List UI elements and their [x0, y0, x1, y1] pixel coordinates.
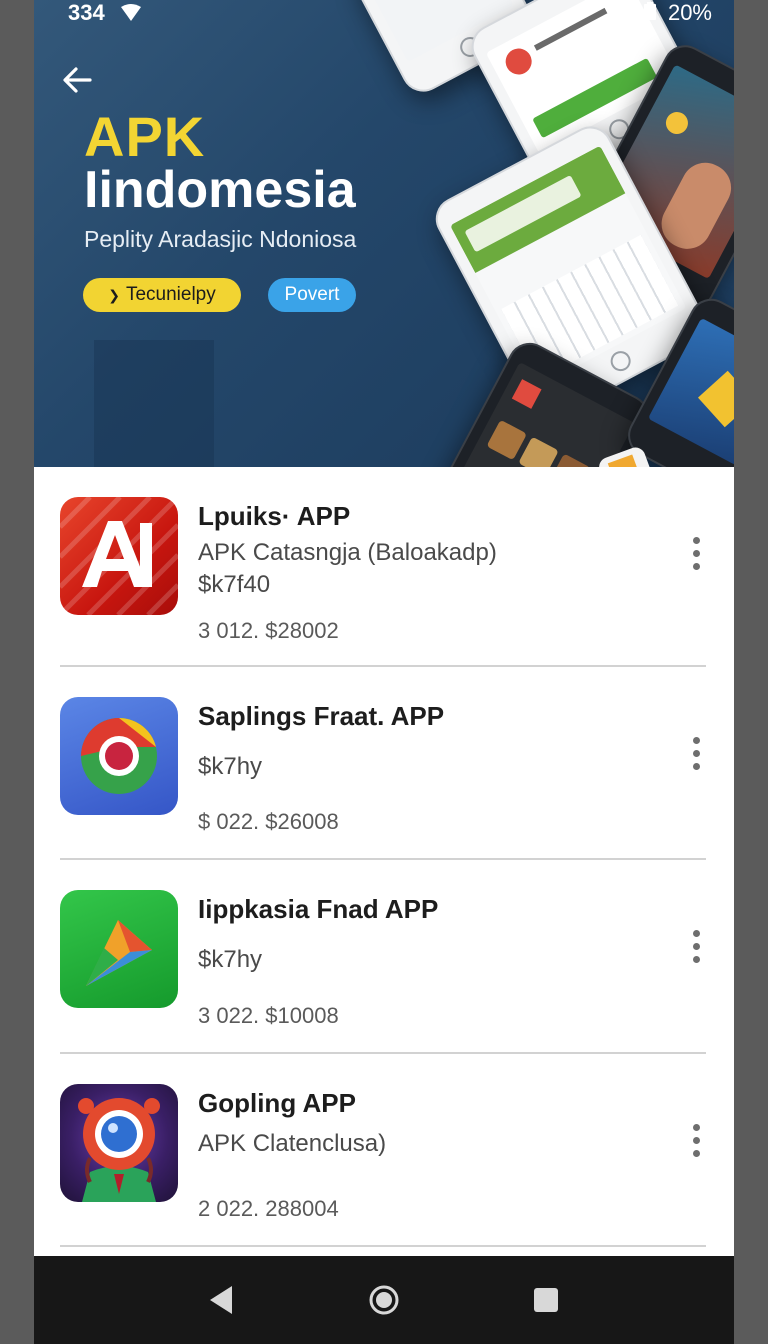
app-title: Gopling APP: [198, 1088, 356, 1118]
back-triangle-icon: [210, 1286, 232, 1314]
app-price: $k7hy: [198, 753, 263, 780]
hero-shade: [94, 340, 214, 467]
chip-secondary-label: Povert: [284, 284, 340, 305]
app-price: $k7hy: [198, 946, 263, 973]
back-arrow-button[interactable]: [58, 60, 98, 100]
green-play-icon: [60, 890, 178, 1008]
more-options-button[interactable]: [680, 1124, 712, 1164]
app-subtitle: APK Catasngja (Baloakadp): [198, 539, 497, 566]
app-subtitle: APK Clatenclusa): [198, 1130, 387, 1157]
home-button-icon: [607, 347, 635, 375]
chrome-style-icon: [60, 697, 178, 815]
nav-back-button[interactable]: [204, 1282, 240, 1318]
nav-home-button[interactable]: [366, 1282, 402, 1318]
more-options-button[interactable]: [680, 930, 712, 970]
recents-square-icon: [534, 1288, 558, 1312]
letter-a-logo-icon: [60, 497, 178, 615]
status-time: 334: [68, 0, 105, 25]
system-nav-bar: [34, 1256, 734, 1344]
status-right: 20%: [615, 0, 712, 26]
filter-chip-secondary[interactable]: Povert: [268, 278, 356, 312]
app-title: Saplings Fraat. APP: [198, 701, 445, 731]
app-title: Iippkasia Fnad APP: [198, 894, 439, 924]
app-meta: 2 022. 288004: [198, 1196, 339, 1221]
hero-banner: 334 20% APK Iindomesia Peplity Aradasjic: [34, 0, 734, 467]
phone-screen: 334 20% APK Iindomesia Peplity Aradasjic: [34, 0, 734, 1344]
more-options-button[interactable]: [680, 537, 712, 577]
arrow-left-icon: [63, 67, 92, 93]
list-item[interactable]: Gopling APP APK Clatenclusa) 2 022. 2880…: [34, 1054, 734, 1248]
filter-chip-primary[interactable]: ❯ Tecunielpy: [83, 278, 241, 312]
home-circle-icon: [369, 1285, 399, 1315]
wifi-icon: [120, 2, 142, 28]
app-meta: 3 012. $28002: [198, 618, 339, 643]
app-meta: $ 022. $26008: [198, 809, 339, 834]
signal-icon: [615, 0, 638, 25]
status-bar: 334 20%: [34, 0, 734, 28]
battery-icon: [643, 0, 662, 25]
hero-subtitle: Peplity Aradasjic Ndoniosa: [84, 226, 357, 252]
app-price: $k7f40: [198, 571, 271, 598]
hero-title-name: Iindomesia: [84, 161, 356, 219]
app-title: Lpuiks· APP: [198, 501, 351, 531]
list-item[interactable]: Saplings Fraat. APP $k7hy $ 022. $26008: [34, 667, 734, 861]
red-camera-character-icon: [60, 1084, 178, 1202]
divider: [60, 1245, 706, 1247]
list-item[interactable]: Iippkasia Fnad APP $k7hy 3 022. $10008: [34, 860, 734, 1054]
more-options-button[interactable]: [680, 737, 712, 777]
chevron-down-icon: ❯: [108, 287, 120, 303]
list-item[interactable]: Lpuiks· APP APK Catasngja (Baloakadp) $k…: [34, 467, 734, 661]
nav-recents-button[interactable]: [528, 1282, 564, 1318]
chip-primary-label: Tecunielpy: [125, 284, 216, 305]
app-meta: 3 022. $10008: [198, 1003, 339, 1028]
battery-percent: 20%: [667, 0, 712, 25]
